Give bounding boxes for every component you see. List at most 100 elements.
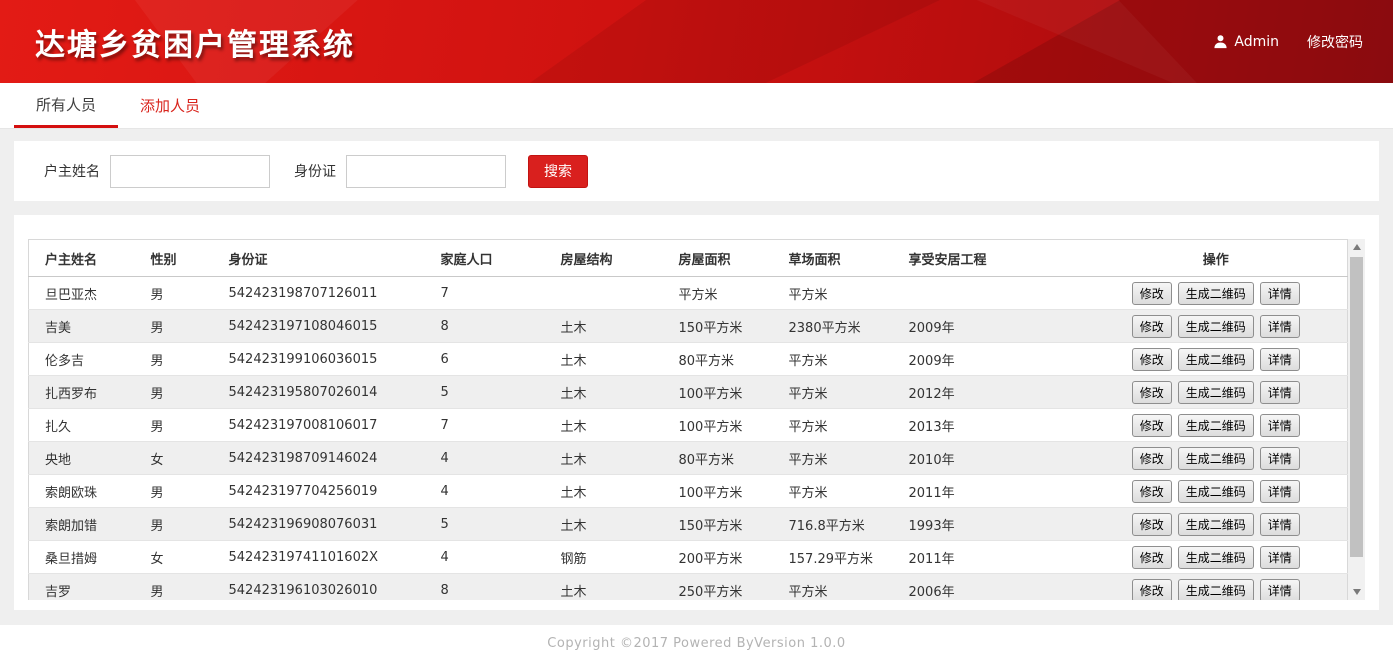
generate-qrcode-button[interactable]: 生成二维码 (1178, 348, 1254, 371)
user-icon (1213, 34, 1228, 49)
house-area-cell: 250平方米 (679, 574, 789, 601)
structure-cell: 土木 (561, 508, 679, 541)
tab-all-personnel[interactable]: 所有人员 (14, 83, 118, 128)
id-card-cell: 542423197108046015 (229, 310, 441, 343)
details-button[interactable]: 详情 (1260, 579, 1300, 601)
generate-qrcode-button[interactable]: 生成二维码 (1178, 513, 1254, 536)
structure-cell (561, 277, 679, 310)
details-button[interactable]: 详情 (1260, 315, 1300, 338)
structure-cell: 土木 (561, 376, 679, 409)
structure-cell: 土木 (561, 442, 679, 475)
household-name-cell: 索朗加错 (29, 508, 151, 541)
generate-qrcode-button[interactable]: 生成二维码 (1178, 546, 1254, 569)
gender-cell: 男 (151, 409, 229, 442)
tab-add-personnel[interactable]: 添加人员 (118, 83, 222, 128)
gender-cell: 女 (151, 541, 229, 574)
id-card-cell: 542423199106036015 (229, 343, 441, 376)
actions-cell: 修改生成二维码详情 (1085, 541, 1348, 574)
edit-button[interactable]: 修改 (1132, 315, 1172, 338)
household-name-cell: 吉美 (29, 310, 151, 343)
edit-button[interactable]: 修改 (1132, 546, 1172, 569)
edit-button[interactable]: 修改 (1132, 513, 1172, 536)
scrollbar-track[interactable] (1348, 255, 1365, 584)
details-button[interactable]: 详情 (1260, 348, 1300, 371)
table-row: 旦巴亚杰 男 542423198707126011 7 平方米 平方米 修改生成… (29, 277, 1348, 310)
id-card-cell: 542423197008106017 (229, 409, 441, 442)
edit-button[interactable]: 修改 (1132, 447, 1172, 470)
id-card-cell: 54242319741101602X (229, 541, 441, 574)
generate-qrcode-button[interactable]: 生成二维码 (1178, 414, 1254, 437)
table-row: 桑旦措姆 女 54242319741101602X 4 钢筋 200平方米 15… (29, 541, 1348, 574)
households-table: 户主姓名 性别 身份证 家庭人口 房屋结构 房屋面积 草场面积 享受安居工程 操… (28, 239, 1348, 600)
actions-cell: 修改生成二维码详情 (1085, 277, 1348, 310)
household-name-input[interactable] (110, 155, 270, 188)
generate-qrcode-button[interactable]: 生成二维码 (1178, 480, 1254, 503)
edit-button[interactable]: 修改 (1132, 348, 1172, 371)
house-area-cell: 80平方米 (679, 343, 789, 376)
id-card-cell: 542423198709146024 (229, 442, 441, 475)
table-row: 扎久 男 542423197008106017 7 土木 100平方米 平方米 … (29, 409, 1348, 442)
edit-button[interactable]: 修改 (1132, 282, 1172, 305)
scrollbar-thumb[interactable] (1350, 257, 1363, 557)
actions-cell: 修改生成二维码详情 (1085, 343, 1348, 376)
id-card-input[interactable] (346, 155, 506, 188)
actions-cell: 修改生成二维码详情 (1085, 508, 1348, 541)
pasture-area-cell: 平方米 (789, 475, 909, 508)
col-header-actions: 操作 (1085, 240, 1348, 277)
structure-cell: 钢筋 (561, 541, 679, 574)
generate-qrcode-button[interactable]: 生成二维码 (1178, 315, 1254, 338)
table-body: 旦巴亚杰 男 542423198707126011 7 平方米 平方米 修改生成… (29, 277, 1348, 601)
user-menu[interactable]: Admin (1213, 34, 1279, 50)
id-card-cell: 542423196103026010 (229, 574, 441, 601)
col-header-house-area: 房屋面积 (679, 240, 789, 277)
user-name: Admin (1234, 34, 1279, 50)
family-size-cell: 8 (441, 574, 561, 601)
actions-cell: 修改生成二维码详情 (1085, 442, 1348, 475)
edit-button[interactable]: 修改 (1132, 579, 1172, 601)
family-size-cell: 5 (441, 376, 561, 409)
pasture-area-cell: 平方米 (789, 343, 909, 376)
house-area-cell: 100平方米 (679, 376, 789, 409)
edit-button[interactable]: 修改 (1132, 414, 1172, 437)
col-header-id: 身份证 (229, 240, 441, 277)
generate-qrcode-button[interactable]: 生成二维码 (1178, 381, 1254, 404)
app-title: 达塘乡贫困户管理系统 (35, 20, 355, 64)
details-button[interactable]: 详情 (1260, 447, 1300, 470)
edit-button[interactable]: 修改 (1132, 381, 1172, 404)
details-button[interactable]: 详情 (1260, 546, 1300, 569)
page-footer: Copyright ©2017 Powered ByVersion 1.0.0 (0, 625, 1393, 661)
details-button[interactable]: 详情 (1260, 414, 1300, 437)
house-area-cell: 平方米 (679, 277, 789, 310)
generate-qrcode-button[interactable]: 生成二维码 (1178, 579, 1254, 601)
vertical-scrollbar[interactable] (1348, 239, 1365, 600)
details-button[interactable]: 详情 (1260, 513, 1300, 536)
generate-qrcode-button[interactable]: 生成二维码 (1178, 282, 1254, 305)
housing-project-cell: 1993年 (909, 508, 1085, 541)
details-button[interactable]: 详情 (1260, 381, 1300, 404)
house-area-cell: 80平方米 (679, 442, 789, 475)
pasture-area-cell: 2380平方米 (789, 310, 909, 343)
table-row: 吉罗 男 542423196103026010 8 土木 250平方米 平方米 … (29, 574, 1348, 601)
search-button[interactable]: 搜索 (528, 155, 588, 188)
id-card-cell: 542423197704256019 (229, 475, 441, 508)
scroll-down-icon[interactable] (1348, 584, 1365, 600)
pasture-area-cell: 716.8平方米 (789, 508, 909, 541)
pasture-area-cell: 平方米 (789, 574, 909, 601)
household-name-label: 户主姓名 (44, 161, 100, 181)
id-card-cell: 542423195807026014 (229, 376, 441, 409)
gender-cell: 男 (151, 310, 229, 343)
col-header-family-size: 家庭人口 (441, 240, 561, 277)
actions-cell: 修改生成二维码详情 (1085, 376, 1348, 409)
house-area-cell: 100平方米 (679, 475, 789, 508)
edit-button[interactable]: 修改 (1132, 480, 1172, 503)
generate-qrcode-button[interactable]: 生成二维码 (1178, 447, 1254, 470)
table-panel: 户主姓名 性别 身份证 家庭人口 房屋结构 房屋面积 草场面积 享受安居工程 操… (14, 215, 1379, 610)
change-password-link[interactable]: 修改密码 (1307, 32, 1363, 52)
table-row: 扎西罗布 男 542423195807026014 5 土木 100平方米 平方… (29, 376, 1348, 409)
col-header-structure: 房屋结构 (561, 240, 679, 277)
scroll-up-icon[interactable] (1348, 239, 1365, 255)
details-button[interactable]: 详情 (1260, 480, 1300, 503)
details-button[interactable]: 详情 (1260, 282, 1300, 305)
pasture-area-cell: 平方米 (789, 277, 909, 310)
household-name-cell: 央地 (29, 442, 151, 475)
